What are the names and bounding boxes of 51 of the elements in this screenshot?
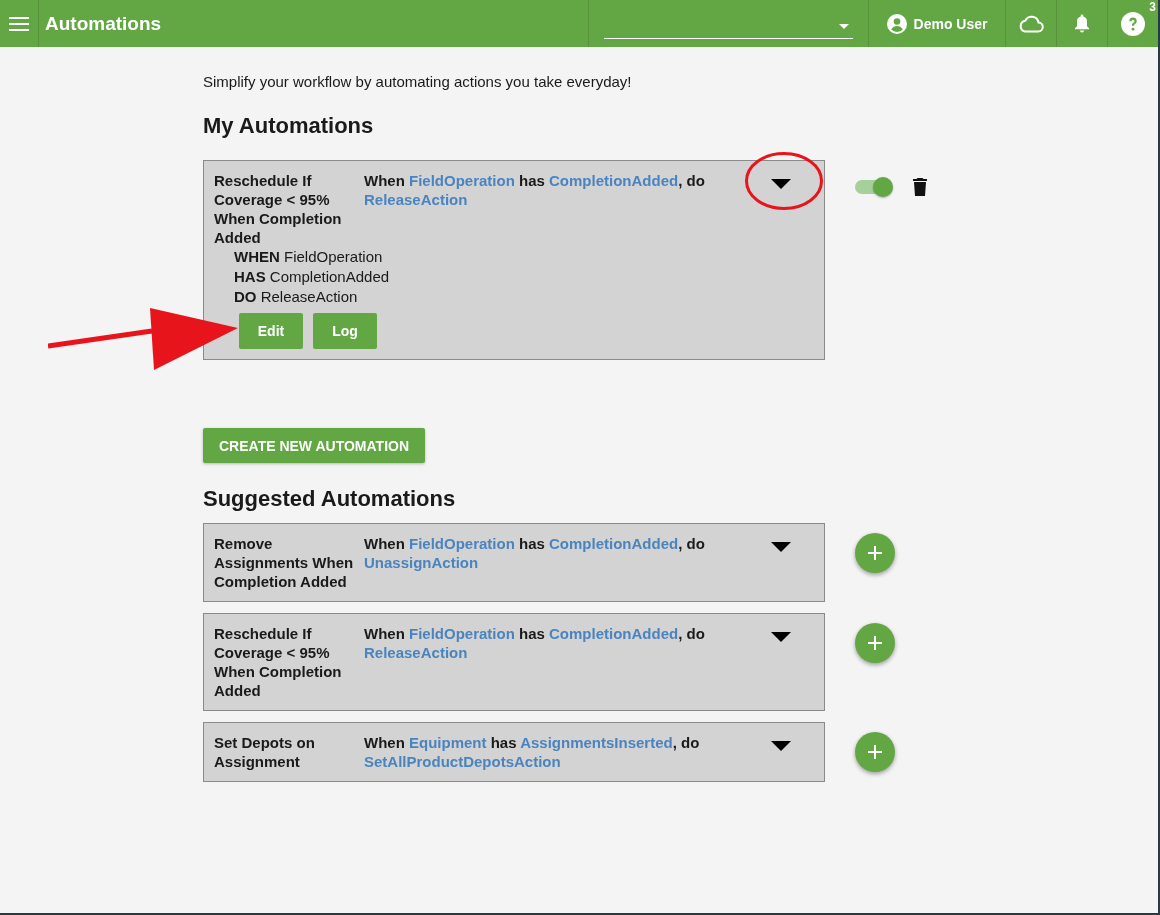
expand-caret-icon[interactable] [771,632,791,642]
entity-link[interactable]: Equipment [409,734,487,751]
automation-description: When FieldOperation has CompletionAdded, do ReleaseAction [364,624,706,662]
entity-link[interactable]: AssignmentsInserted [520,734,673,751]
add-button[interactable] [855,623,895,663]
plus-icon [868,745,882,759]
plus-icon [868,546,882,560]
entity-link[interactable]: ReleaseAction [364,191,468,208]
expand-caret-icon[interactable] [771,741,791,751]
automation-description: When Equipment has AssignmentsInserted, do SetAllProductDepotsAction [364,733,701,771]
section-heading: My Automations [203,113,375,139]
entity-link[interactable]: SetAllProductDepotsAction [364,753,561,770]
create-automation-button[interactable]: CREATE NEW AUTOMATION [203,428,426,463]
expand-caret-icon[interactable] [771,179,791,189]
card-action-button[interactable]: Log [313,313,377,349]
entity-link[interactable]: FieldOperation [409,172,515,189]
card-action-button[interactable]: Edit [239,313,303,349]
entity-link[interactable]: CompletionAdded [549,625,679,642]
automation-name: Set Depots on Assignment [214,733,316,771]
add-button[interactable] [855,732,895,772]
automation-name: Reschedule If Coverage < 95% When Completion Added [214,624,343,700]
menu-icon[interactable] [9,16,29,31]
automation-name: Reschedule If Coverage < 95% When Completion Added [214,171,343,247]
trash-icon[interactable] [913,178,927,196]
user-button[interactable]: Demo User [882,9,992,38]
add-button[interactable] [855,533,895,573]
plus-icon [868,636,882,650]
automation-description: When FieldOperation has CompletionAdded, do ReleaseAction [364,171,706,209]
automation-description: When FieldOperation has CompletionAdded, do UnassignAction [364,534,706,572]
rule-detail: HAS CompletionAdded [234,267,391,287]
rule-detail: DO ReleaseAction [234,287,359,307]
account-icon [886,13,907,34]
notification-count: 3 [1149,0,1156,14]
enable-toggle[interactable] [855,180,891,194]
entity-link[interactable]: FieldOperation [409,625,515,642]
help-icon [1121,11,1145,36]
intro-text: Simplify your workflow by automating actions you take everyday! [203,73,633,91]
entity-link[interactable]: UnassignAction [364,554,479,571]
notification-bell-icon[interactable] [1074,14,1090,33]
automation-name: Remove Assignments When Completion Added [214,534,354,591]
caret-icon [839,24,849,29]
cloud-icon[interactable] [1018,14,1044,33]
app-title: Automations [45,12,162,35]
rule-detail: WHEN FieldOperation [234,247,384,267]
entity-link[interactable]: CompletionAdded [549,535,679,552]
section-heading: Suggested Automations [203,486,457,512]
expand-caret-icon[interactable] [771,542,791,552]
entity-link[interactable]: CompletionAdded [549,172,679,189]
help-button[interactable] [1119,9,1147,38]
entity-link[interactable]: FieldOperation [409,535,515,552]
entity-link[interactable]: ReleaseAction [364,644,468,661]
